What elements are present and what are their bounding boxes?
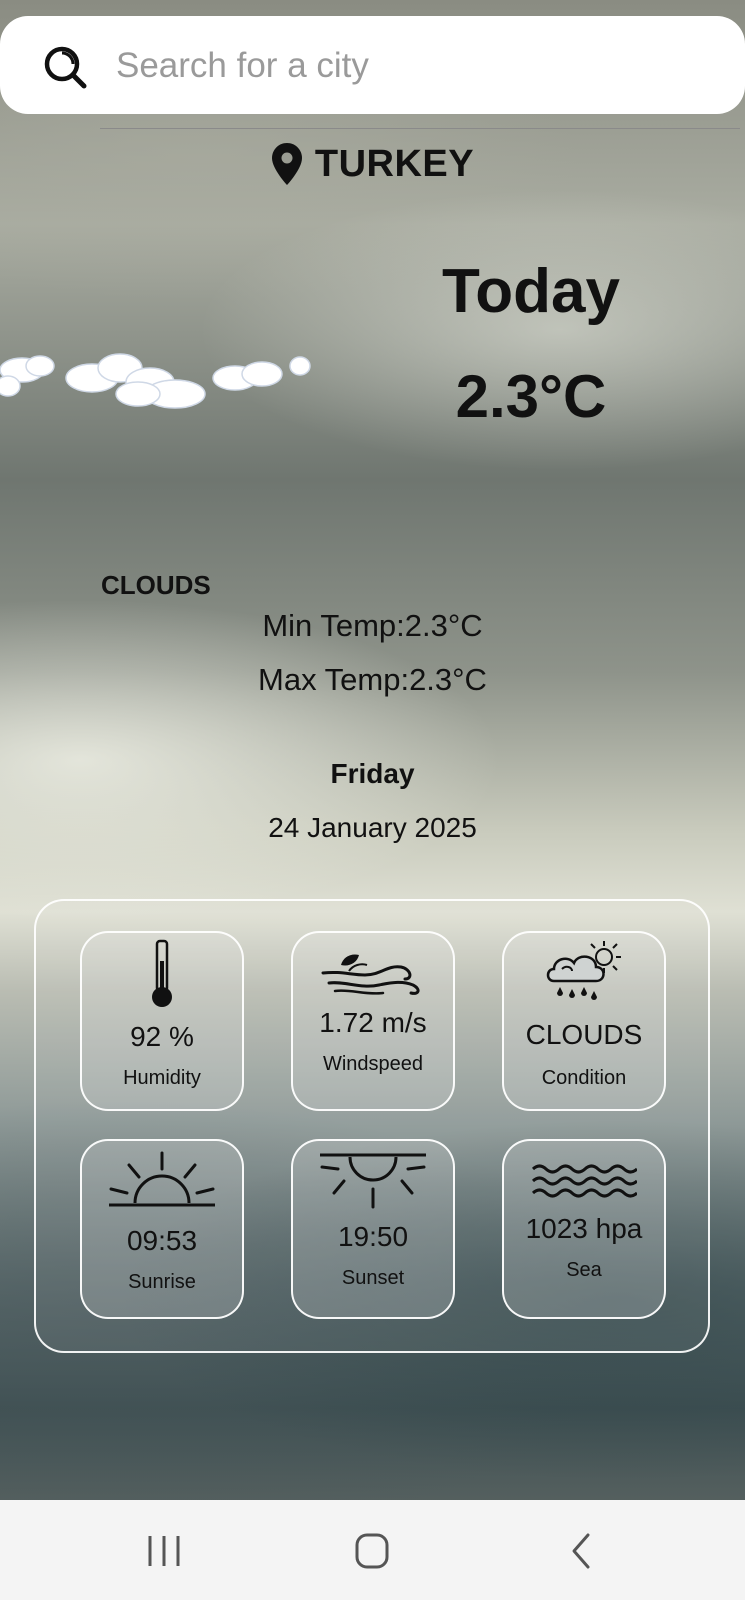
sunset-value: 19:50 <box>337 1221 409 1252</box>
search-bar <box>0 16 745 129</box>
location-pin-icon <box>271 143 302 185</box>
home-icon[interactable] <box>342 1530 402 1572</box>
sunrise-card: 09:53 Sunrise <box>80 1139 244 1319</box>
location-header: TURKEY <box>0 142 745 186</box>
sunset-icon <box>320 1153 426 1209</box>
condition-value: CLOUDS <box>525 1019 643 1050</box>
wind-icon <box>321 954 420 995</box>
search-input[interactable] <box>100 40 720 92</box>
sunset-card: 19:50 Sunset <box>291 1139 455 1319</box>
today-label: Today <box>442 257 620 326</box>
windspeed-label: Windspeed <box>322 1053 424 1075</box>
humidity-value: 92 % <box>130 1021 194 1052</box>
condition-text: CLOUDS <box>101 570 211 600</box>
search-icon[interactable] <box>42 44 88 90</box>
condition-label: Condition <box>541 1067 627 1089</box>
sunset-label: Sunset <box>341 1267 405 1289</box>
condition-card: CLOUDS Condition <box>502 931 666 1111</box>
cloud-rain-sun-icon <box>546 941 621 1000</box>
sunrise-icon <box>109 1151 215 1207</box>
current-temperature: 2.3°C <box>455 363 607 430</box>
min-temperature: Min Temp:2.3°C <box>262 608 483 643</box>
system-nav-bar <box>0 1500 745 1600</box>
sunrise-label: Sunrise <box>128 1271 196 1293</box>
sea-label: Sea <box>566 1259 602 1281</box>
back-icon[interactable] <box>552 1530 612 1572</box>
weather-cloud-icon <box>0 353 311 409</box>
recent-apps-icon[interactable] <box>134 1530 194 1572</box>
search-underline <box>100 128 740 129</box>
windspeed-card: 1.72 m/s Windspeed <box>291 931 455 1111</box>
sunrise-value: 09:53 <box>126 1225 198 1256</box>
sea-card: 1023 hpa Sea <box>502 1139 666 1319</box>
weather-details-panel: 92 % Humidity 1.72 m/s Windspeed CLOUDS … <box>34 899 710 1353</box>
full-date: 24 January 2025 <box>268 812 477 843</box>
sea-pressure-value: 1023 hpa <box>525 1213 643 1244</box>
day-name: Friday <box>330 758 415 789</box>
windspeed-value: 1.72 m/s <box>319 1007 427 1038</box>
max-temperature: Max Temp:2.3°C <box>258 662 487 697</box>
humidity-label: Humidity <box>123 1067 201 1089</box>
waves-icon <box>531 1164 637 1198</box>
thermometer-icon <box>152 939 172 1007</box>
location-name: TURKEY <box>314 142 475 185</box>
humidity-card: 92 % Humidity <box>80 931 244 1111</box>
